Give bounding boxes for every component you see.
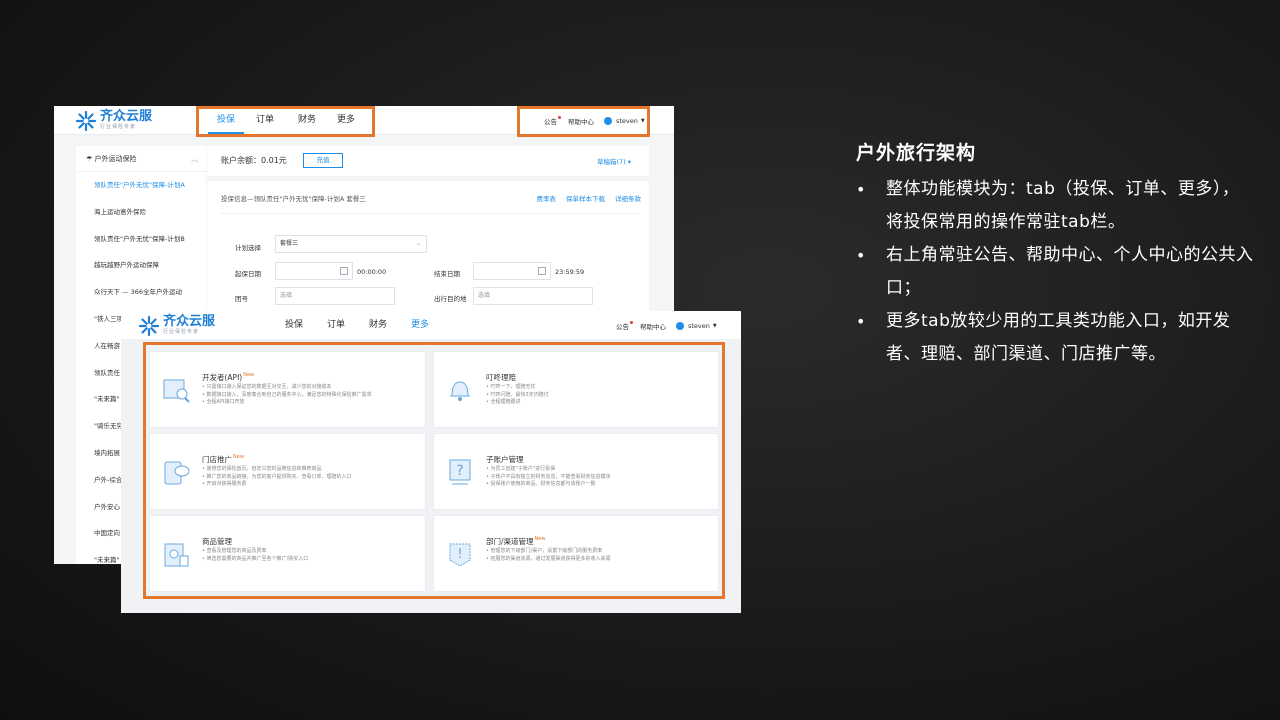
sidebar-heading[interactable]: ☂ 户外运动保险 ︿	[76, 146, 206, 172]
notice-dot	[630, 321, 633, 324]
main-tabs: 投保 订单 财务 更多	[273, 313, 441, 337]
header-links: 公告 帮助中心 steven ▼	[616, 321, 717, 331]
tab-more[interactable]: 更多	[399, 313, 441, 337]
end-date-label: 结束日期	[434, 270, 460, 278]
tab-insure[interactable]: 投保	[273, 313, 315, 337]
bullet-item: 整体功能模块为：tab（投保、订单、更多），将投保常用的操作常驻tab栏。	[856, 173, 1256, 239]
drafts-label: 草稿箱(7)	[596, 158, 626, 166]
user-name: steven	[688, 322, 710, 330]
more-page-screenshot: 齐众云服 行业保险专家 投保 订单 财务 更多 公告 帮助中心 steven ▼…	[121, 311, 741, 613]
policy-sample-link[interactable]: 保单样本下载	[566, 193, 605, 203]
logo-name: 齐众云服	[163, 314, 216, 329]
user-icon	[676, 322, 684, 330]
logo[interactable]: 齐众云服 行业保险专家	[139, 315, 215, 336]
account-bar: 账户余额：0.01元 充值 草稿箱(7) ▾	[207, 146, 649, 176]
sidebar-item[interactable]: 领队责任"户外无忧"保障-计划A	[76, 172, 206, 199]
top-nav-bar: 齐众云服 行业保险专家 投保 订单 财务 更多 公告 帮助中心 steven ▼	[121, 311, 741, 339]
sidebar-item[interactable]: 海上运动意外保险	[76, 199, 206, 226]
notice-link[interactable]: 公告	[616, 321, 633, 331]
plan-value: 套餐三	[280, 240, 299, 247]
account-balance: 账户余额：0.01元	[221, 156, 287, 165]
sidebar-item[interactable]: 众行天下 — 366全年户外运动	[76, 279, 206, 306]
header-links-highlight-box	[517, 106, 650, 137]
drafts-link[interactable]: 草稿箱(7) ▾	[597, 156, 631, 166]
group-input[interactable]: 选填	[275, 287, 395, 305]
help-link[interactable]: 帮助中心	[640, 321, 666, 331]
start-date-label: 起保日期	[235, 270, 261, 278]
form-links: 费率表 保单样本下载 详细条款	[537, 193, 642, 203]
umbrella-icon: ☂	[86, 155, 93, 163]
group-label: 团号	[235, 295, 248, 303]
plan-label: 计划选择	[235, 244, 261, 252]
end-date-input[interactable]	[473, 262, 551, 280]
terms-link[interactable]: 详细条款	[615, 193, 641, 203]
calendar-icon	[538, 267, 546, 275]
tab-orders[interactable]: 订单	[315, 313, 357, 337]
end-time: 23:59:59	[555, 268, 585, 276]
calendar-icon	[340, 267, 348, 275]
sidebar-item[interactable]: 领队责任"户外无忧"保障-计划B	[76, 226, 206, 253]
chevron-down-icon: ⌄	[415, 240, 421, 247]
notice-label: 公告	[616, 323, 629, 331]
sidebar-item[interactable]: 越玩越野户外运动保障	[76, 252, 206, 279]
destination-input[interactable]: 选填	[473, 287, 593, 305]
start-date-input[interactable]	[275, 262, 353, 280]
bullet-item: 右上角常驻公告、帮助中心、个人中心的公共入口；	[856, 239, 1256, 305]
description-panel: 户外旅行架构 整体功能模块为：tab（投保、订单、更多），将投保常用的操作常驻t…	[856, 138, 1256, 371]
logo-slogan: 行业保险专家	[163, 329, 200, 335]
cards-highlight-box	[143, 342, 725, 599]
panel-title: 户外旅行架构	[856, 142, 977, 164]
divider	[221, 213, 639, 214]
caret-down-icon: ▼	[712, 323, 717, 329]
rate-table-link[interactable]: 费率表	[537, 193, 557, 203]
tab-finance[interactable]: 财务	[357, 313, 399, 337]
destination-label: 出行目的地	[434, 295, 467, 303]
logo-slogan: 行业保险专家	[100, 124, 137, 130]
panel-bullets: 整体功能模块为：tab（投保、订单、更多），将投保常用的操作常驻tab栏。 右上…	[856, 173, 1256, 371]
tabs-highlight-box	[196, 106, 375, 137]
recharge-button[interactable]: 充值	[303, 153, 343, 168]
logo-mark-icon	[139, 315, 159, 336]
logo-name: 齐众云服	[100, 109, 153, 124]
start-time: 00:00:00	[357, 268, 387, 276]
chevron-up-icon: ︿	[191, 155, 198, 163]
logo[interactable]: 齐众云服 行业保险专家	[76, 110, 152, 131]
breadcrumb: 投保信息—领队责任"户外无忧"保障-计划A 套餐三	[221, 195, 366, 203]
user-menu[interactable]: steven ▼	[676, 322, 717, 330]
logo-mark-icon	[76, 110, 96, 131]
plan-select[interactable]: 套餐三 ⌄	[275, 235, 427, 253]
sidebar-heading-label: 户外运动保险	[94, 155, 137, 163]
bullet-item: 更多tab放较少用的工具类功能入口，如开发者、理赔、部门渠道、门店推广等。	[856, 305, 1256, 371]
